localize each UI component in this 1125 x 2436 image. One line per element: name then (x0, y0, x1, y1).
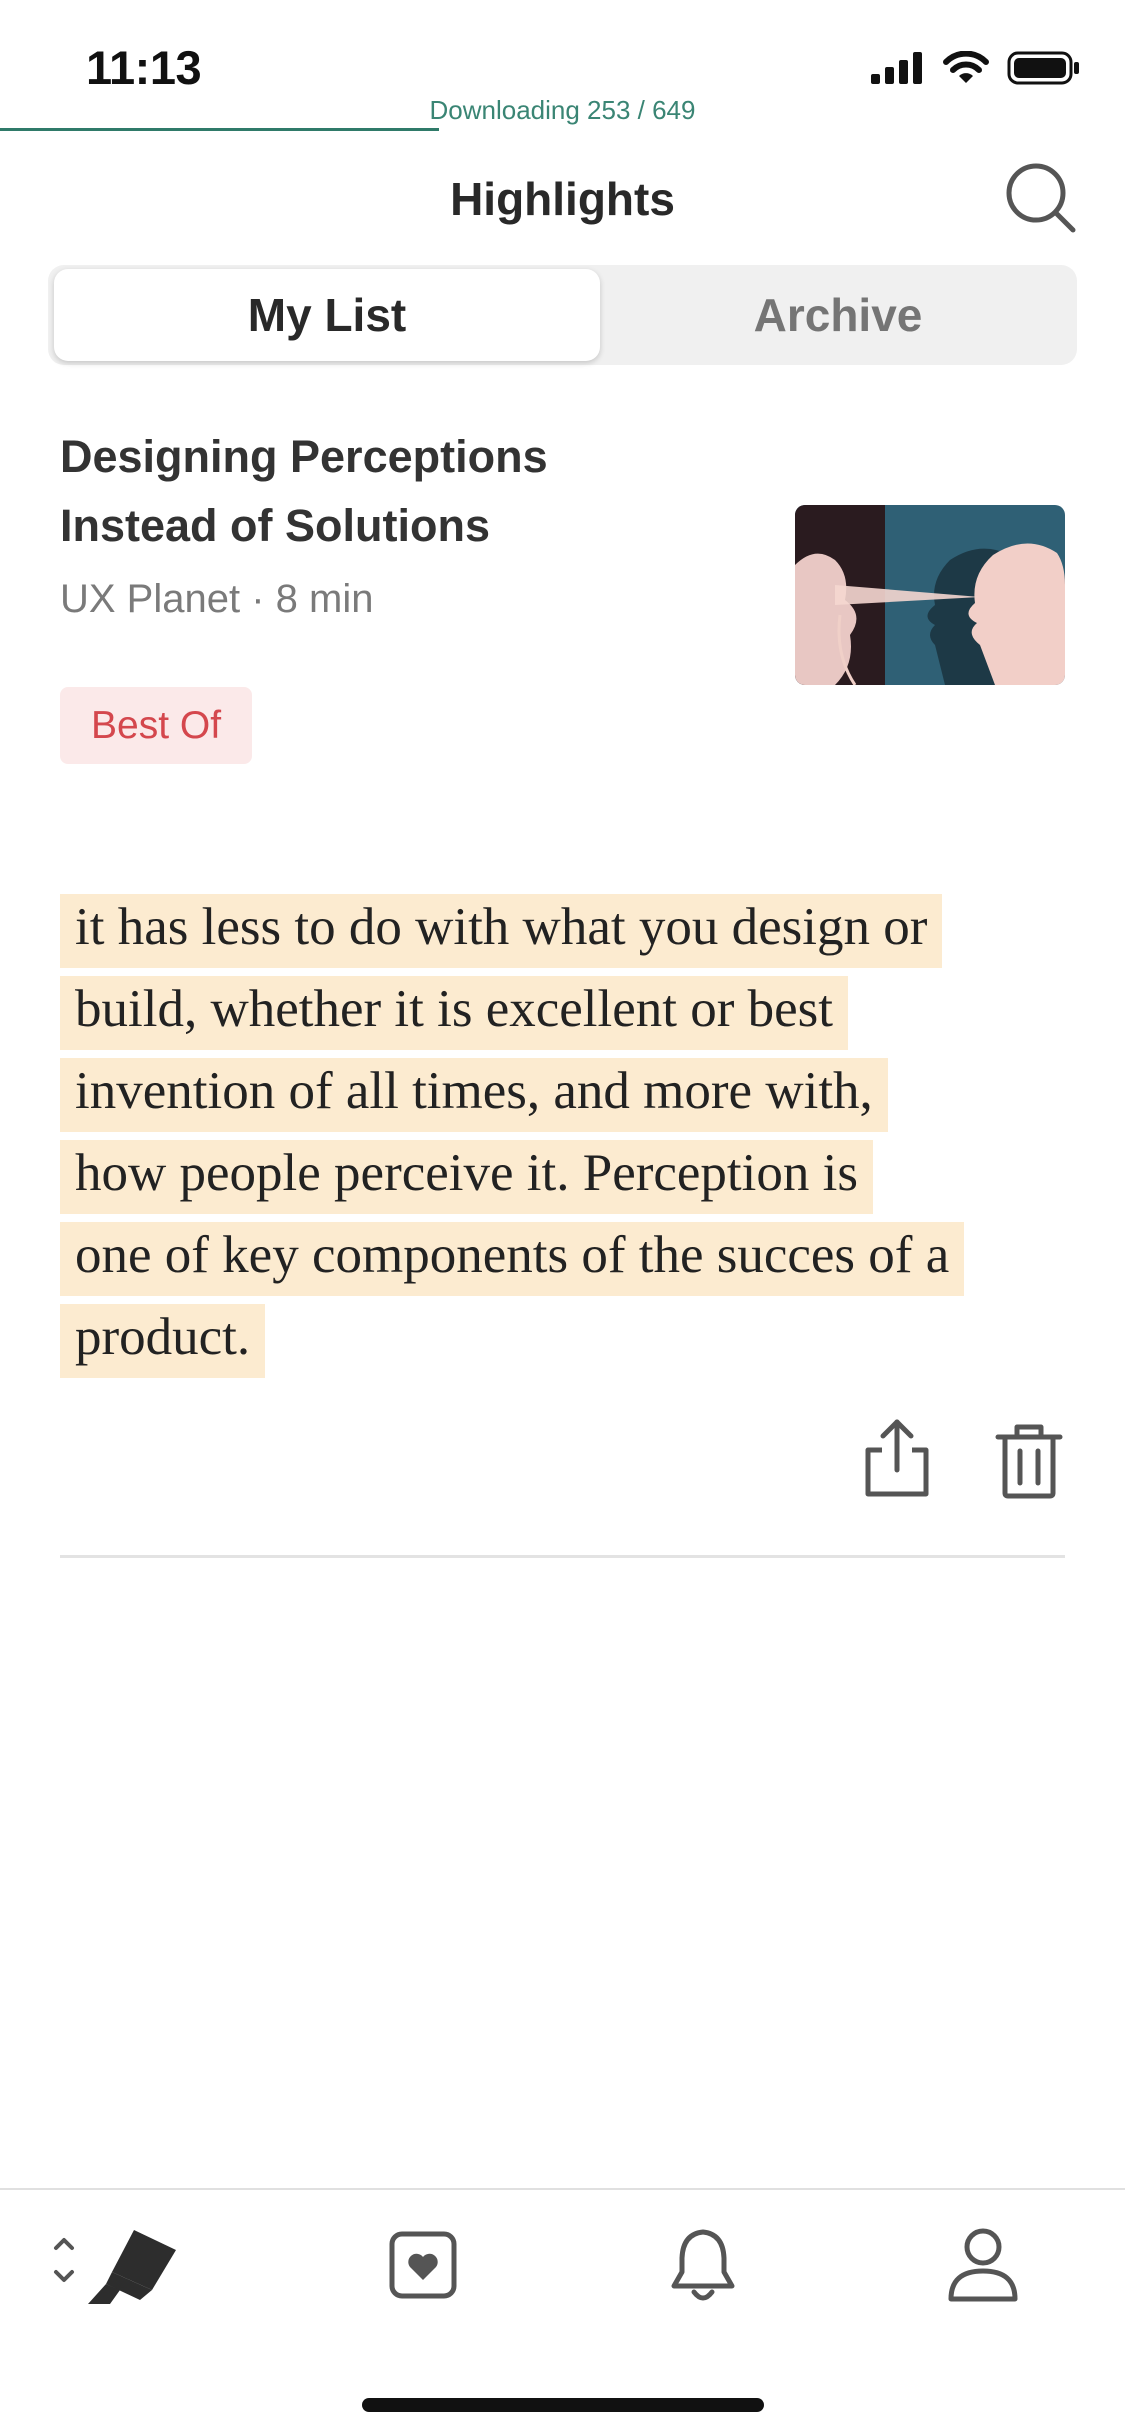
highlight-passage[interactable]: it has less to do with what you design o… (60, 886, 1070, 1378)
page-title: Highlights (450, 173, 675, 225)
status-time: 11:13 (86, 41, 202, 94)
wifi-icon (943, 51, 989, 83)
highlight-text: it has less to do with what you design o… (60, 886, 1070, 1378)
tab-archive[interactable]: Archive (604, 269, 1072, 361)
home-indicator (362, 2398, 764, 2412)
article-title[interactable]: Designing Perceptions Instead of Solutio… (60, 422, 680, 560)
tab-profile[interactable] (928, 2210, 1038, 2320)
tab-highlights[interactable] (40, 2210, 190, 2320)
profile-icon (948, 2228, 1018, 2302)
tab-my-list[interactable]: My List (54, 269, 600, 361)
article-meta: UX Planet · 8 min (60, 577, 374, 621)
tab-saved[interactable] (368, 2210, 478, 2320)
search-icon[interactable] (1003, 160, 1079, 236)
segmented-control: My List Archive (48, 265, 1077, 365)
status-icons (871, 48, 1081, 88)
tabbar-border (0, 2188, 1125, 2190)
best-of-badge: Best Of (60, 687, 253, 764)
download-progress-bar (0, 128, 439, 131)
article-thumbnail[interactable] (795, 505, 1065, 685)
download-status-text: Downloading 253 / 649 (429, 95, 696, 125)
cellular-signal-icon (871, 52, 922, 84)
share-icon[interactable] (860, 1418, 934, 1498)
divider (60, 1555, 1065, 1558)
tab-notifications[interactable] (648, 2210, 758, 2320)
trash-icon[interactable] (995, 1423, 1063, 1499)
highlight-mark: it has less to do with what you design o… (60, 894, 965, 1378)
battery-icon (1007, 51, 1079, 85)
heart-bookmark-icon (389, 2231, 457, 2299)
highlighter-icon (54, 2230, 176, 2304)
bell-icon (671, 2229, 735, 2301)
